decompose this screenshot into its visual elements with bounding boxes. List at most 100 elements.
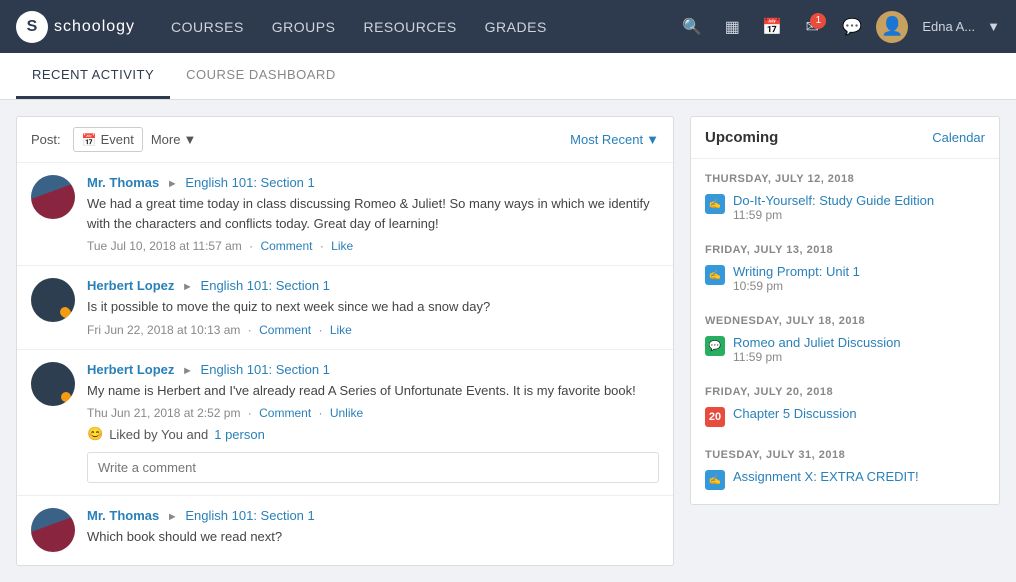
upcoming-item-title[interactable]: Romeo and Juliet Discussion [733,335,985,350]
upcoming-title: Upcoming [705,129,778,146]
upcoming-date: WEDNESDAY, JULY 18, 2018 [705,309,985,331]
post-course[interactable]: English 101: Section 1 [185,175,314,190]
most-recent-chevron: ▼ [646,132,659,147]
post-course[interactable]: English 101: Section 1 [201,278,330,293]
logo[interactable]: S schoology [16,11,135,43]
post-timestamp: Fri Jun 22, 2018 at 10:13 am [87,323,240,337]
quiz-icon: ✍ [705,470,725,490]
emoji-icon: 😊 [87,426,103,442]
upcoming-section-0: THURSDAY, JULY 12, 2018 ✍ Do-It-Yourself… [691,159,999,230]
post-text: Is it possible to move the quiz to next … [87,297,659,317]
nav-resources[interactable]: RESOURCES [351,13,468,41]
post-item: Herbert Lopez ► English 101: Section 1 M… [17,350,673,497]
user-name[interactable]: Edna A... [922,19,975,34]
logo-text: schoology [54,18,135,36]
tab-recent-activity[interactable]: RECENT ACTIVITY [16,53,170,99]
upcoming-date: TUESDAY, JULY 31, 2018 [705,443,985,465]
upcoming-item-title[interactable]: Do-It-Yourself: Study Guide Edition [733,193,985,208]
post-author[interactable]: Mr. Thomas [87,508,159,523]
post-item: Herbert Lopez ► English 101: Section 1 I… [17,266,673,350]
quiz-icon: ✍ [705,265,725,285]
user-menu-chevron[interactable]: ▼ [987,19,1000,34]
upcoming-item-time: 11:59 pm [733,350,985,364]
upcoming-item: ✍ Do-It-Yourself: Study Guide Edition 11… [705,189,985,226]
upcoming-item-title[interactable]: Assignment X: EXTRA CREDIT! [733,469,985,484]
upcoming-date: FRIDAY, JULY 20, 2018 [705,380,985,402]
tab-course-dashboard[interactable]: COURSE DASHBOARD [170,53,352,99]
navigation: S schoology COURSES GROUPS RESOURCES GRA… [0,0,1016,53]
event-icon: 20 [705,407,725,427]
discussion-icon: 💬 [705,336,725,356]
notifications-icon[interactable]: 💬 [836,11,868,43]
arrow-icon: ► [182,281,193,293]
main-content: Post: 📅 Event More ▼ Most Recent ▼ [0,100,1016,582]
nav-courses[interactable]: COURSES [159,13,256,41]
comment-link[interactable]: Comment [260,239,312,253]
post-course[interactable]: English 101: Section 1 [201,362,330,377]
post-text: We had a great time today in class discu… [87,194,659,233]
post-bar: Post: 📅 Event More ▼ Most Recent ▼ [17,117,673,163]
upcoming-section: Upcoming Calendar THURSDAY, JULY 12, 201… [690,116,1000,566]
post-author[interactable]: Herbert Lopez [87,362,174,377]
event-button[interactable]: 📅 Event [73,127,143,152]
upcoming-item: ✍ Assignment X: EXTRA CREDIT! [705,465,985,494]
upcoming-date: THURSDAY, JULY 12, 2018 [705,167,985,189]
upcoming-header: Upcoming Calendar [691,117,999,159]
most-recent-dropdown[interactable]: Most Recent ▼ [570,132,659,147]
nav-items: COURSES GROUPS RESOURCES GRADES [159,13,676,41]
logo-circle: S [16,11,48,43]
comment-link[interactable]: Comment [259,323,311,337]
dropdown-icon: ▼ [183,132,196,147]
upcoming-item-title[interactable]: Chapter 5 Discussion [733,406,985,421]
post-body: Herbert Lopez ► English 101: Section 1 I… [87,278,659,337]
more-button[interactable]: More ▼ [151,132,197,147]
upcoming-section-1: FRIDAY, JULY 13, 2018 ✍ Writing Prompt: … [691,230,999,301]
avatar [31,508,75,552]
tabs-bar: RECENT ACTIVITY COURSE DASHBOARD [0,53,1016,100]
post-body: Mr. Thomas ► English 101: Section 1 We h… [87,175,659,253]
unlike-link[interactable]: Unlike [330,406,363,420]
arrow-icon: ► [167,511,178,523]
upcoming-item-time: 11:59 pm [733,208,985,222]
upcoming-date: FRIDAY, JULY 13, 2018 [705,238,985,260]
calendar-small-icon: 📅 [82,133,97,147]
calendar-icon[interactable]: 📅 [756,11,788,43]
nav-grades[interactable]: GRADES [473,13,559,41]
comment-link[interactable]: Comment [259,406,311,420]
upcoming-item: 20 Chapter 5 Discussion [705,402,985,431]
upcoming-card: Upcoming Calendar THURSDAY, JULY 12, 201… [690,116,1000,505]
post-author[interactable]: Herbert Lopez [87,278,174,293]
liked-row: 😊 Liked by You and 1 person [87,426,659,442]
upcoming-section-2: WEDNESDAY, JULY 18, 2018 💬 Romeo and Jul… [691,301,999,372]
message-badge: 1 [810,13,826,29]
avatar [31,362,75,406]
avatar[interactable]: 👤 [876,11,908,43]
comment-input[interactable] [87,452,659,483]
post-course[interactable]: English 101: Section 1 [185,508,314,523]
feed-section: Post: 📅 Event More ▼ Most Recent ▼ [16,116,674,566]
nav-groups[interactable]: GROUPS [260,13,348,41]
messages-icon[interactable]: ✉ 1 [796,11,828,43]
post-author[interactable]: Mr. Thomas [87,175,159,190]
quiz-icon: ✍ [705,194,725,214]
like-link[interactable]: Like [331,239,353,253]
post-body: Herbert Lopez ► English 101: Section 1 M… [87,362,659,484]
liked-person-link[interactable]: 1 person [214,427,265,442]
nav-icons: 🔍 ▦ 📅 ✉ 1 💬 👤 Edna A... ▼ [676,11,1000,43]
avatar [31,278,75,322]
like-link[interactable]: Like [330,323,352,337]
post-body: Mr. Thomas ► English 101: Section 1 Whic… [87,508,659,553]
post-text: Which book should we read next? [87,527,659,547]
post-item: Mr. Thomas ► English 101: Section 1 Whic… [17,496,673,565]
post-timestamp: Thu Jun 21, 2018 at 2:52 pm [87,406,240,420]
post-item: Mr. Thomas ► English 101: Section 1 We h… [17,163,673,266]
post-label: Post: [31,132,61,147]
upcoming-section-3: FRIDAY, JULY 20, 2018 20 Chapter 5 Discu… [691,372,999,435]
upcoming-item: ✍ Writing Prompt: Unit 1 10:59 pm [705,260,985,297]
arrow-icon: ► [182,365,193,377]
upcoming-item-title[interactable]: Writing Prompt: Unit 1 [733,264,985,279]
apps-icon[interactable]: ▦ [716,11,748,43]
upcoming-item-time: 10:59 pm [733,279,985,293]
search-icon[interactable]: 🔍 [676,11,708,43]
calendar-link[interactable]: Calendar [932,130,985,145]
